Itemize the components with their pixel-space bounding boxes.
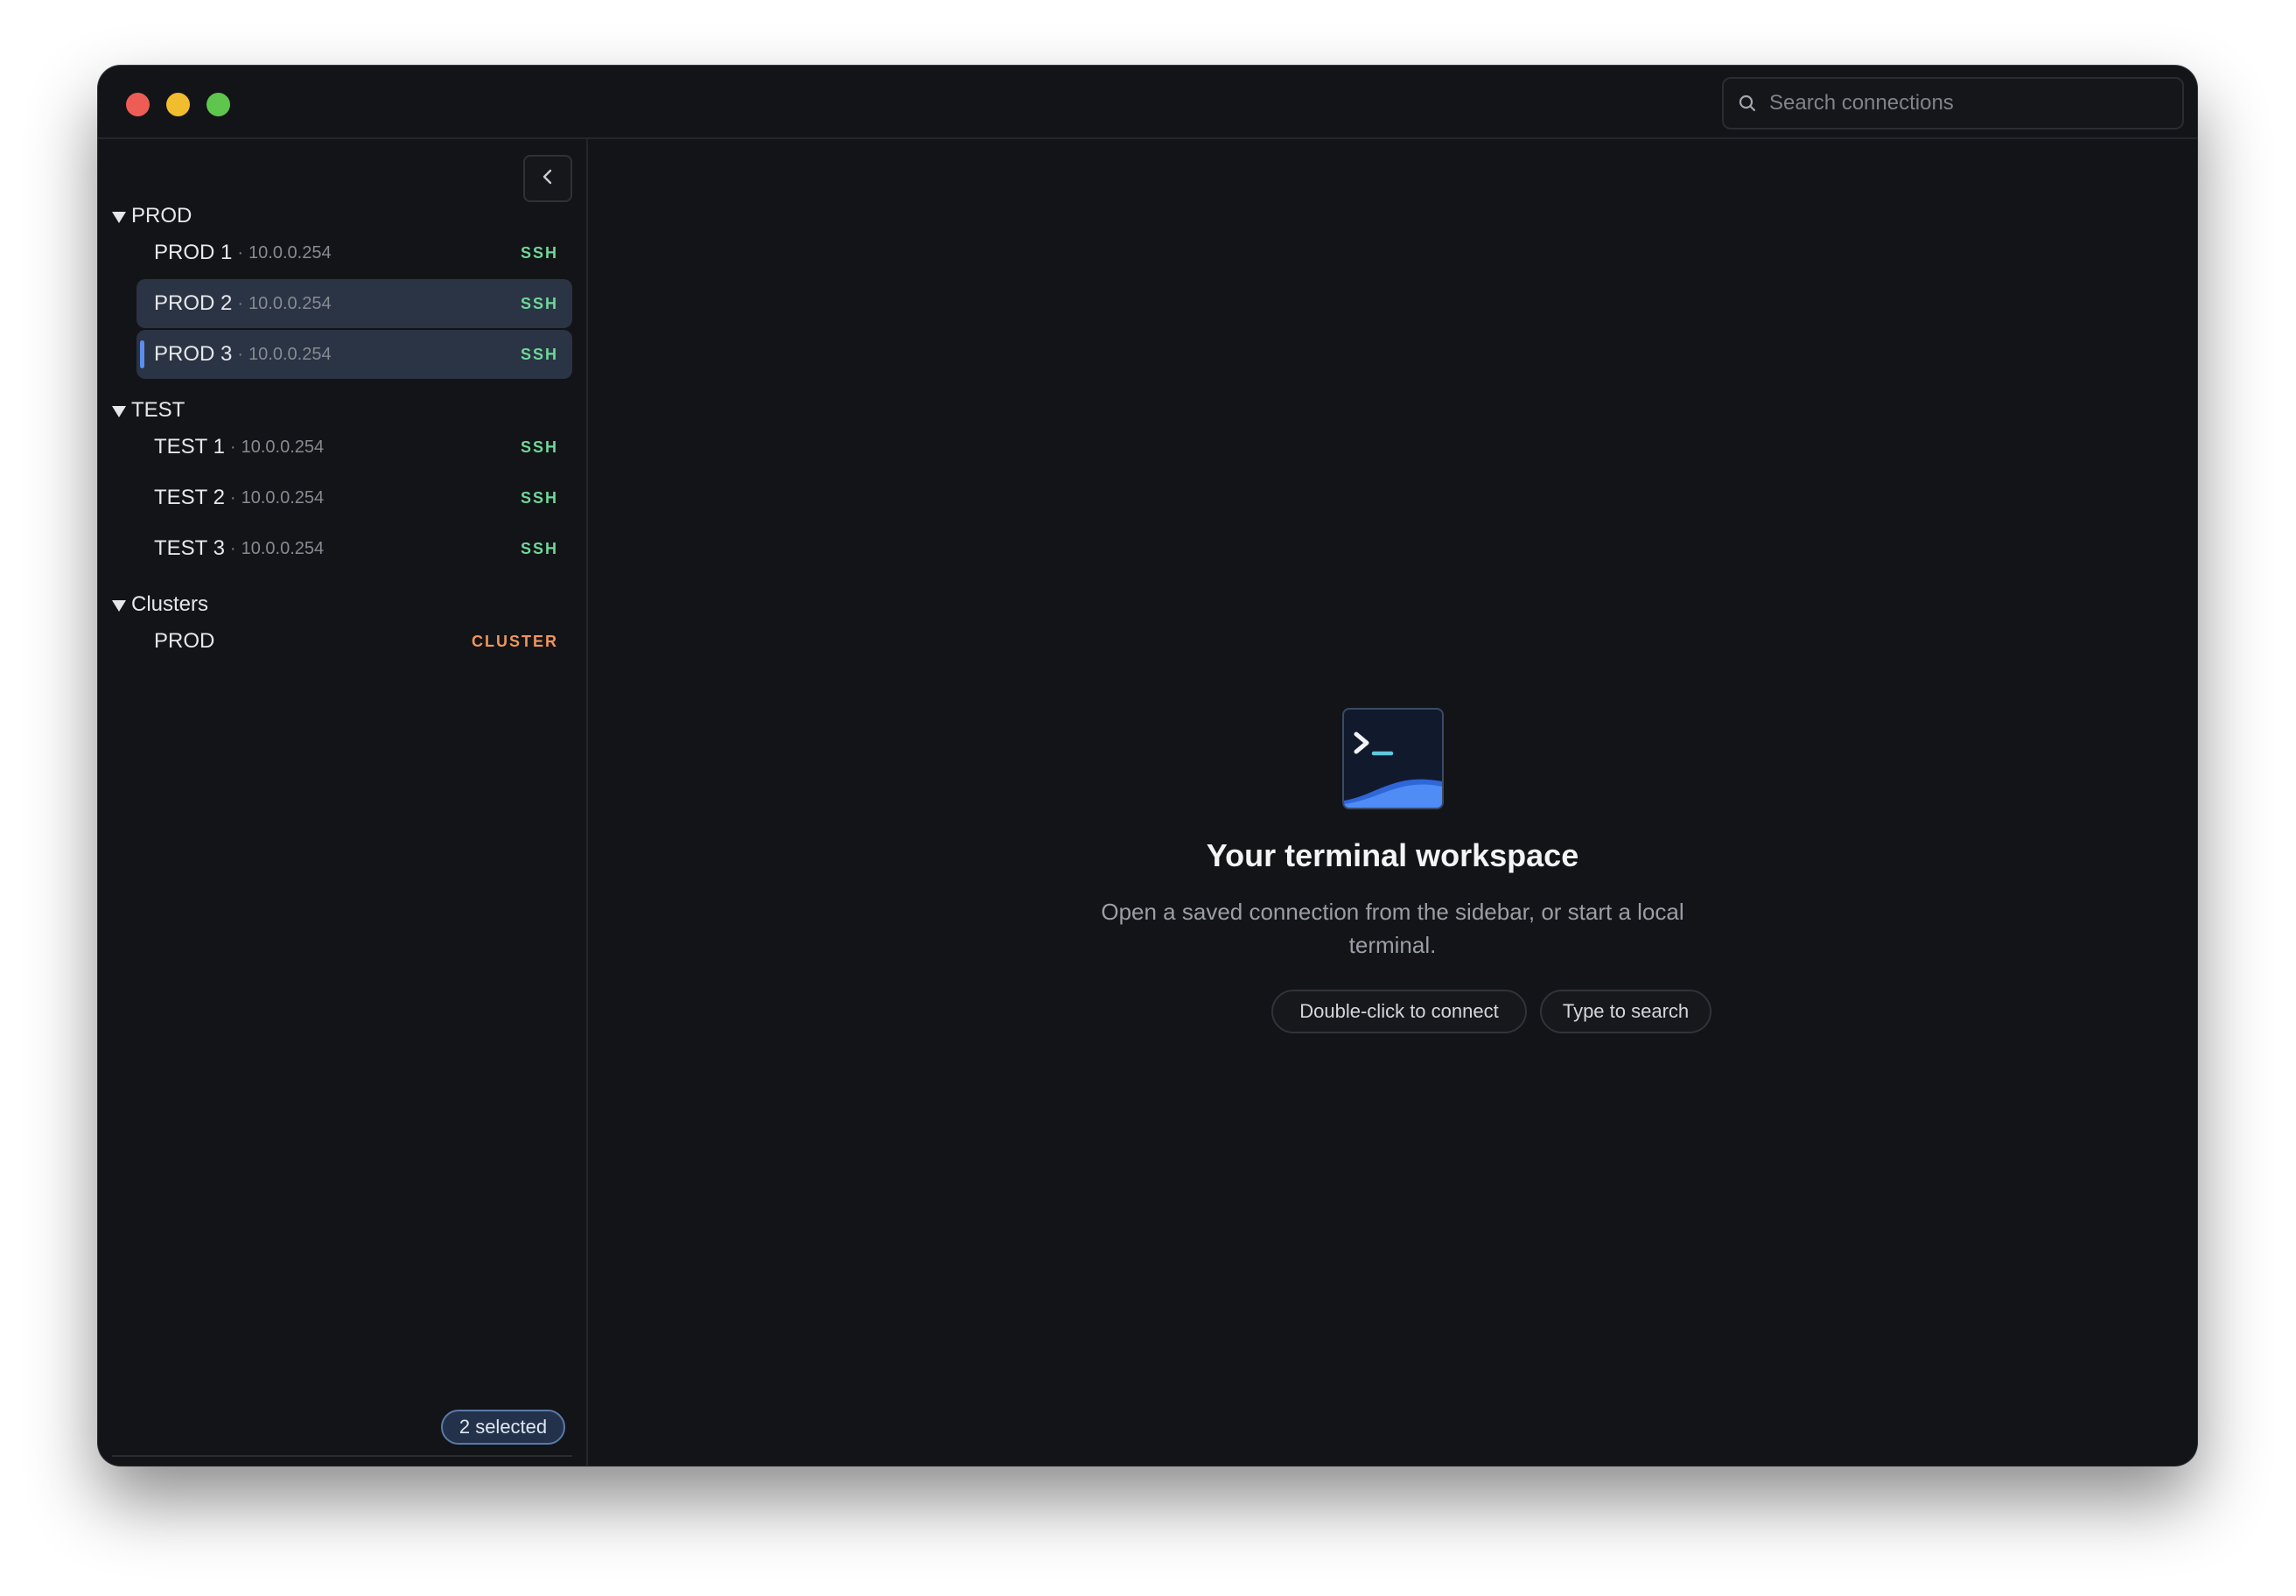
triangle-down-icon (112, 599, 126, 612)
separator-dot: · (237, 242, 244, 262)
connection-name: PROD 2 (154, 291, 233, 315)
connection-item[interactable]: PROD 1 · 10.0.0.254 SSH (136, 228, 572, 277)
empty-state-subtitle: Open a saved connection from the sidebar… (1101, 899, 1684, 958)
connection-address: 10.0.0.254 (241, 487, 325, 508)
connection-address: 10.0.0.254 (248, 344, 332, 364)
workspace-area: Your terminal workspace Open a saved con… (588, 139, 2197, 1466)
minimize-window-button[interactable] (166, 93, 190, 116)
connection-address: 10.0.0.254 (241, 538, 325, 558)
connection-item[interactable]: PROD 3 · 10.0.0.254 SSH (136, 330, 572, 379)
connection-name: TEST 1 (154, 435, 225, 458)
separator-dot: · (229, 487, 236, 508)
connection-name: TEST 2 (154, 486, 225, 509)
connection-name: PROD 3 (154, 342, 233, 366)
protocol-badge: SSH (520, 243, 558, 262)
close-window-button[interactable] (126, 93, 150, 116)
connection-address: 10.0.0.254 (248, 293, 332, 313)
separator-dot: · (229, 437, 236, 457)
search-input[interactable] (1768, 90, 2156, 116)
search-box[interactable] (1722, 77, 2184, 130)
zoom-window-button[interactable] (206, 93, 230, 116)
group-label: TEST (131, 398, 186, 422)
toolbar-divider (112, 1455, 572, 1457)
app-window: PROD PROD 1 · 10.0.0.254 SSH PROD 2 · 10… (98, 66, 2197, 1466)
separator-dot: · (229, 538, 236, 558)
protocol-badge: CLUSTER (472, 632, 558, 650)
terminal-workspace-icon (1342, 708, 1444, 809)
connection-name: PROD 1 (154, 241, 233, 264)
protocol-badge: SSH (520, 539, 558, 557)
empty-state-title: Your terminal workspace (1206, 837, 1579, 873)
collapse-sidebar-button[interactable] (523, 155, 572, 202)
protocol-badge: SSH (520, 294, 558, 312)
protocol-badge: SSH (520, 488, 558, 507)
separator-dot: · (237, 293, 244, 313)
connection-item[interactable]: TEST 2 · 10.0.0.254 SSH (136, 473, 572, 522)
group-label: Clusters (131, 592, 209, 616)
selection-count-badge[interactable]: 2 selected (441, 1410, 565, 1445)
title-bar (98, 66, 2197, 139)
hint-chip: Type to search (1540, 990, 1712, 1033)
connection-item[interactable]: TEST 3 · 10.0.0.254 SSH (136, 524, 572, 573)
connection-address: 10.0.0.254 (241, 437, 325, 457)
triangle-down-icon (112, 405, 126, 417)
connection-name: TEST 3 (154, 536, 225, 560)
connection-item[interactable]: PROD 2 · 10.0.0.254 SSH (136, 279, 572, 328)
protocol-badge: SSH (520, 345, 558, 363)
connection-item[interactable]: TEST 1 · 10.0.0.254 SSH (136, 423, 572, 472)
group-label: PROD (131, 204, 192, 228)
hint-chip: Double-click to connect (1271, 990, 1527, 1033)
search-icon (1738, 94, 1757, 113)
separator-dot: · (237, 344, 244, 364)
active-indicator (140, 340, 144, 368)
chevron-left-icon (541, 168, 555, 190)
cluster-name: PROD (154, 629, 215, 653)
sidebar: PROD PROD 1 · 10.0.0.254 SSH PROD 2 · 10… (98, 139, 588, 1466)
triangle-down-icon (112, 211, 126, 223)
cluster-item[interactable]: PROD CLUSTER (136, 617, 572, 666)
connection-address: 10.0.0.254 (248, 242, 332, 262)
protocol-badge: SSH (520, 438, 558, 456)
